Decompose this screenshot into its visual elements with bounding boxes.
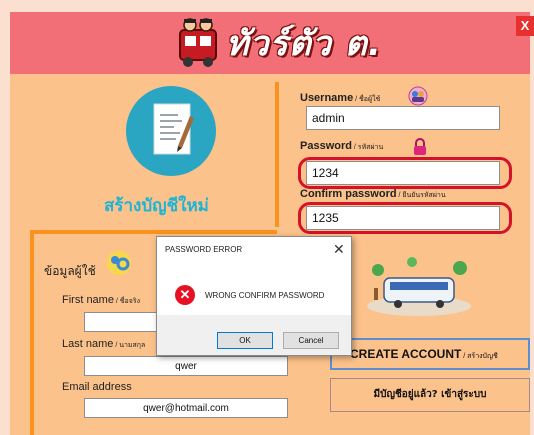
dialog-message: WRONG CONFIRM PASSWORD: [205, 291, 325, 300]
ok-button[interactable]: OK: [217, 332, 273, 349]
last-name-input[interactable]: [84, 356, 288, 376]
divider-vertical: [275, 82, 279, 227]
user-settings-icon: [107, 251, 131, 275]
lock-icon: [414, 138, 426, 155]
username-label: Username / ชื่อผู้ใช้: [300, 92, 381, 104]
password-error-dialog: PASSWORD ERROR ✕ ✕ WRONG CONFIRM PASSWOR…: [156, 236, 352, 356]
app-logo: ทัวร์ตัว ต.: [176, 16, 382, 70]
divider-left: [30, 230, 34, 435]
password-input[interactable]: [306, 161, 500, 185]
app-header: ทัวร์ตัว ต.: [10, 12, 530, 74]
tour-bus-icon: [367, 257, 471, 316]
email-label: Email address: [62, 381, 132, 393]
cancel-button[interactable]: Cancel: [283, 332, 339, 349]
login-link-button[interactable]: มีบัญชีอยู่แล้ว? เข้าสู่ระบบ: [330, 378, 530, 412]
create-account-heading: สร้างบัญชีใหม่: [104, 196, 209, 216]
user-group-icon: [408, 86, 428, 106]
document-icon: [126, 86, 216, 176]
username-input[interactable]: [306, 106, 500, 130]
bus-logo-icon: [179, 18, 217, 67]
dialog-title: PASSWORD ERROR: [165, 245, 243, 254]
close-button[interactable]: X: [516, 16, 534, 36]
dialog-close-icon[interactable]: ✕: [333, 241, 345, 258]
divider-horizontal: [30, 230, 277, 234]
user-info-heading: ข้อมูลผู้ใช้: [44, 264, 96, 278]
create-account-button[interactable]: CREATE ACCOUNT / สร้างบัญชี: [330, 338, 530, 370]
error-icon: ✕: [175, 285, 195, 305]
email-input[interactable]: [84, 398, 288, 418]
confirm-password-input[interactable]: [306, 206, 500, 230]
first-name-label: First name / ชื่อจริง: [62, 294, 141, 306]
password-label: Password / รหัสผ่าน: [300, 140, 384, 152]
confirm-password-label: Confirm password / ยืนยันรหัสผ่าน: [300, 188, 446, 200]
last-name-label: Last name / นามสกุล: [62, 338, 146, 350]
app-title: ทัวร์ตัว ต.: [226, 24, 382, 64]
register-window: ทัวร์ตัว ต. X สร้างบัญชีใหม่ Username / …: [0, 0, 534, 435]
